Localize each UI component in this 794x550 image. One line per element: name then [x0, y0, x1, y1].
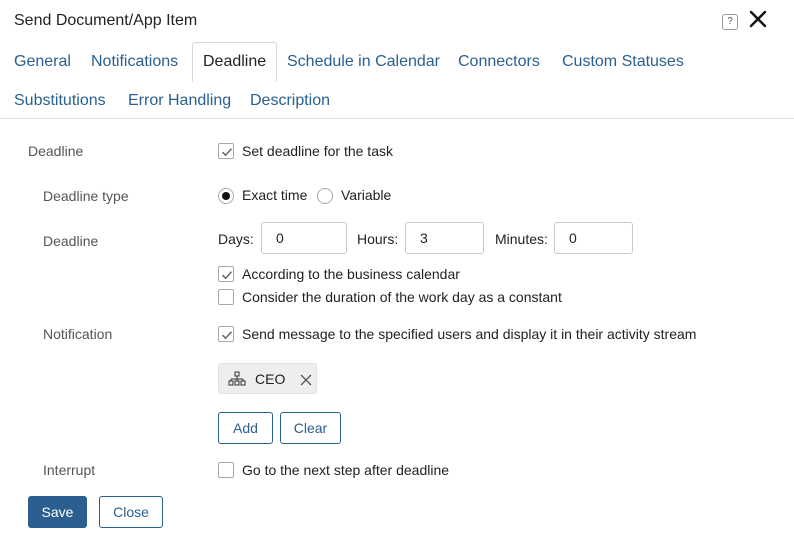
deadline-section-label: Deadline: [28, 143, 84, 159]
interrupt-label: Interrupt: [43, 462, 96, 478]
recipient-chip-label: CEO: [255, 371, 286, 387]
tabs-divider: [0, 118, 794, 119]
deadline-type-label: Deadline type: [43, 188, 129, 204]
send-message-checkbox[interactable]: [218, 326, 234, 342]
notification-label: Notification: [43, 326, 113, 342]
tab-description[interactable]: Description: [250, 92, 330, 110]
business-calendar-checkbox[interactable]: [218, 266, 234, 282]
org-structure-icon: [228, 371, 246, 392]
dialog-title: Send Document/App Item: [14, 12, 198, 29]
hours-label: Hours:: [357, 231, 399, 247]
set-deadline-checkbox[interactable]: [218, 143, 234, 159]
days-input[interactable]: 0: [261, 222, 347, 254]
close-button[interactable]: Close: [99, 496, 163, 528]
minutes-label: Minutes:: [495, 231, 548, 247]
variable-label: Variable: [341, 187, 392, 203]
tab-deadline[interactable]: Deadline: [192, 42, 278, 82]
save-button[interactable]: Save: [28, 496, 87, 528]
next-step-label: Go to the next step after deadline: [242, 462, 450, 478]
tab-notifications[interactable]: Notifications: [91, 53, 178, 71]
tab-substitutions[interactable]: Substitutions: [14, 92, 106, 110]
recipient-chip: CEO: [218, 363, 317, 394]
tab-connectors[interactable]: Connectors: [458, 53, 540, 71]
clear-button[interactable]: Clear: [280, 412, 341, 444]
tab-custom-statuses[interactable]: Custom Statuses: [562, 53, 684, 71]
remove-recipient-icon[interactable]: [300, 373, 312, 391]
exact-time-radio[interactable]: [218, 188, 234, 204]
tab-general[interactable]: General: [14, 53, 71, 71]
tab-error-handling[interactable]: Error Handling: [128, 92, 231, 110]
exact-time-label: Exact time: [242, 187, 308, 203]
deadline-label: Deadline: [43, 233, 99, 249]
send-message-label: Send message to the specified users and …: [242, 326, 697, 342]
tab-schedule-in-calendar[interactable]: Schedule in Calendar: [287, 53, 440, 71]
set-deadline-label: Set deadline for the task: [242, 143, 393, 159]
constant-workday-label: Consider the duration of the work day as…: [242, 289, 562, 305]
hours-input[interactable]: 3: [405, 222, 484, 254]
minutes-input[interactable]: 0: [554, 222, 633, 254]
constant-workday-checkbox[interactable]: [218, 289, 234, 305]
variable-radio[interactable]: [317, 188, 333, 204]
next-step-checkbox[interactable]: [218, 462, 234, 478]
days-label: Days:: [218, 231, 254, 247]
add-button[interactable]: Add: [218, 412, 273, 444]
help-icon[interactable]: ?: [722, 14, 738, 30]
business-calendar-label: According to the business calendar: [242, 266, 460, 282]
close-icon[interactable]: [749, 10, 767, 30]
